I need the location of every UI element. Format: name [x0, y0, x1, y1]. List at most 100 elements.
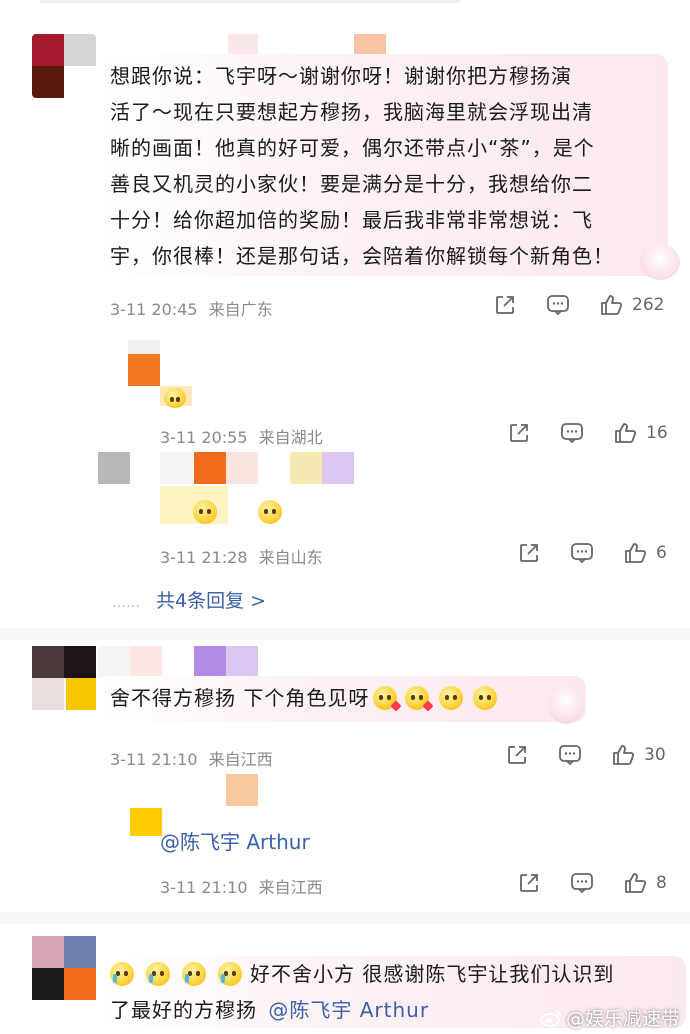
kiss-emoji-icon [405, 686, 435, 712]
emoji-icon [258, 500, 283, 524]
comment-text-line: 晰的画面！他真的好可爱，偶尔还带点小“茶”，是个 [110, 136, 595, 160]
comment-text-line: 善良又机灵的小家伙！要是满分是十分，我想给你二 [110, 172, 593, 196]
more-replies-link[interactable]: …… 共4条回复 > [112, 586, 266, 613]
mention-link[interactable]: @陈飞宇 Arthur [268, 998, 429, 1022]
username-mosaic[interactable] [226, 646, 258, 678]
username-mosaic[interactable] [226, 774, 258, 806]
watermark: @娱乐减速带 [540, 1004, 680, 1031]
username-mosaic[interactable] [98, 646, 130, 678]
comment-icon [571, 873, 593, 894]
share-button[interactable] [518, 872, 540, 894]
emoji-icon [164, 388, 186, 408]
username-mosaic[interactable] [160, 452, 192, 484]
timestamp: 3-11 21:10 [160, 878, 248, 897]
like-button[interactable]: 6 [624, 542, 667, 564]
mention-link[interactable]: @陈飞宇 Arthur [160, 826, 310, 855]
crying-emoji-icon [182, 962, 206, 986]
like-button[interactable]: 262 [600, 294, 664, 316]
avatar[interactable] [32, 34, 96, 98]
reply-meta: 3-11 21:28 来自山东 [160, 544, 323, 568]
username-mosaic[interactable] [130, 646, 162, 678]
share-button[interactable] [508, 422, 530, 444]
share-icon [496, 296, 514, 314]
comment-meta: 3-11 20:45 来自广东 [110, 296, 273, 320]
emoji-icon [193, 500, 218, 524]
comment-icon [559, 745, 581, 766]
username-mosaic[interactable] [194, 452, 226, 484]
comment-text-line: 想跟你说：飞宇呀～谢谢你呀！谢谢你把方穆扬演 [110, 64, 572, 88]
sad-emoji-icon [439, 686, 464, 710]
timestamp: 3-11 20:45 [110, 300, 198, 319]
location: 来自湖北 [258, 428, 323, 447]
comment-text-content: 好不舍小方 很感谢陈飞宇让我们认识到 [250, 962, 615, 986]
username-mosaic[interactable] [322, 452, 354, 484]
timestamp: 3-11 21:10 [110, 750, 198, 769]
comment-icon [571, 543, 593, 564]
comment-button[interactable] [558, 744, 582, 766]
reply-meta: 3-11 20:55 来自湖北 [160, 424, 323, 448]
comment-icon [561, 423, 583, 444]
comment-text: 舍不得方穆扬 下个角色见呀 [110, 680, 499, 716]
crying-emoji-icon [146, 962, 170, 986]
like-button[interactable]: 8 [624, 872, 667, 894]
share-icon [508, 746, 526, 764]
reply-avatar[interactable] [128, 354, 160, 386]
timestamp: 3-11 20:55 [160, 428, 248, 447]
like-count: 6 [656, 543, 667, 563]
comment-icon [547, 295, 569, 316]
comment-text-line: 好不舍小方 很感谢陈飞宇让我们认识到 [110, 956, 680, 992]
dots: …… [112, 595, 140, 611]
avatar[interactable] [32, 936, 96, 1000]
share-icon [510, 424, 528, 442]
share-button[interactable] [506, 744, 528, 766]
more-replies-label: 共4条回复 > [156, 590, 267, 612]
username-mosaic[interactable] [226, 452, 258, 484]
sticker-decoration [640, 244, 680, 280]
comment-button[interactable] [570, 872, 594, 894]
like-count: 8 [656, 873, 667, 893]
username-mosaic[interactable] [194, 646, 226, 678]
top-divider [40, 0, 460, 3]
reply-meta: 3-11 21:10 来自江西 [160, 874, 323, 898]
share-icon [520, 874, 538, 892]
crying-emoji-icon [110, 962, 134, 986]
reply-avatar[interactable] [130, 808, 162, 836]
username-mosaic[interactable] [290, 452, 322, 484]
comment-separator [0, 912, 690, 924]
watermark-text: @娱乐减速带 [566, 1008, 681, 1030]
username-mosaic[interactable] [128, 340, 160, 354]
reply-avatar[interactable] [98, 452, 130, 484]
comment-text: 想跟你说：飞宇呀～谢谢你呀！谢谢你把方穆扬演 活了～现在只要想起方穆扬，我脑海里… [110, 58, 670, 274]
share-button[interactable] [494, 294, 516, 316]
share-icon [520, 544, 538, 562]
comment-text-line: 十分！给你超加倍的奖励！最后我非常非常想说：飞 [110, 208, 593, 232]
like-count: 16 [646, 423, 668, 443]
location: 来自江西 [258, 878, 323, 897]
thumbs-up-icon [601, 295, 623, 315]
weibo-logo-icon [540, 1009, 561, 1027]
comment-button[interactable] [570, 542, 594, 564]
comment-text-line: 宇，你很棒！还是那句话，会陪着你解锁每个新角色！ [110, 244, 614, 268]
thumbs-up-icon [615, 423, 637, 443]
comment-separator [0, 628, 690, 640]
location: 来自江西 [208, 750, 273, 769]
snowman-sticker [548, 684, 584, 724]
share-button[interactable] [518, 542, 540, 564]
comment-text-content: 了最好的方穆扬 [110, 998, 257, 1022]
kiss-emoji-icon [373, 686, 403, 712]
location: 来自广东 [208, 300, 273, 319]
thumbs-up-icon [625, 543, 647, 563]
thumbs-up-icon [613, 745, 635, 765]
like-count: 262 [632, 295, 665, 315]
location: 来自山东 [258, 548, 323, 567]
comment-meta: 3-11 21:10 来自江西 [110, 746, 273, 770]
username-mosaic[interactable] [66, 678, 96, 710]
sad-emoji-icon [473, 686, 498, 710]
comment-text-content: 舍不得方穆扬 下个角色见呀 [110, 686, 370, 710]
like-button[interactable]: 30 [612, 744, 666, 766]
like-count: 30 [644, 745, 666, 765]
like-button[interactable]: 16 [614, 422, 668, 444]
comment-button[interactable] [546, 294, 570, 316]
comment-button[interactable] [560, 422, 584, 444]
timestamp: 3-11 21:28 [160, 548, 248, 567]
